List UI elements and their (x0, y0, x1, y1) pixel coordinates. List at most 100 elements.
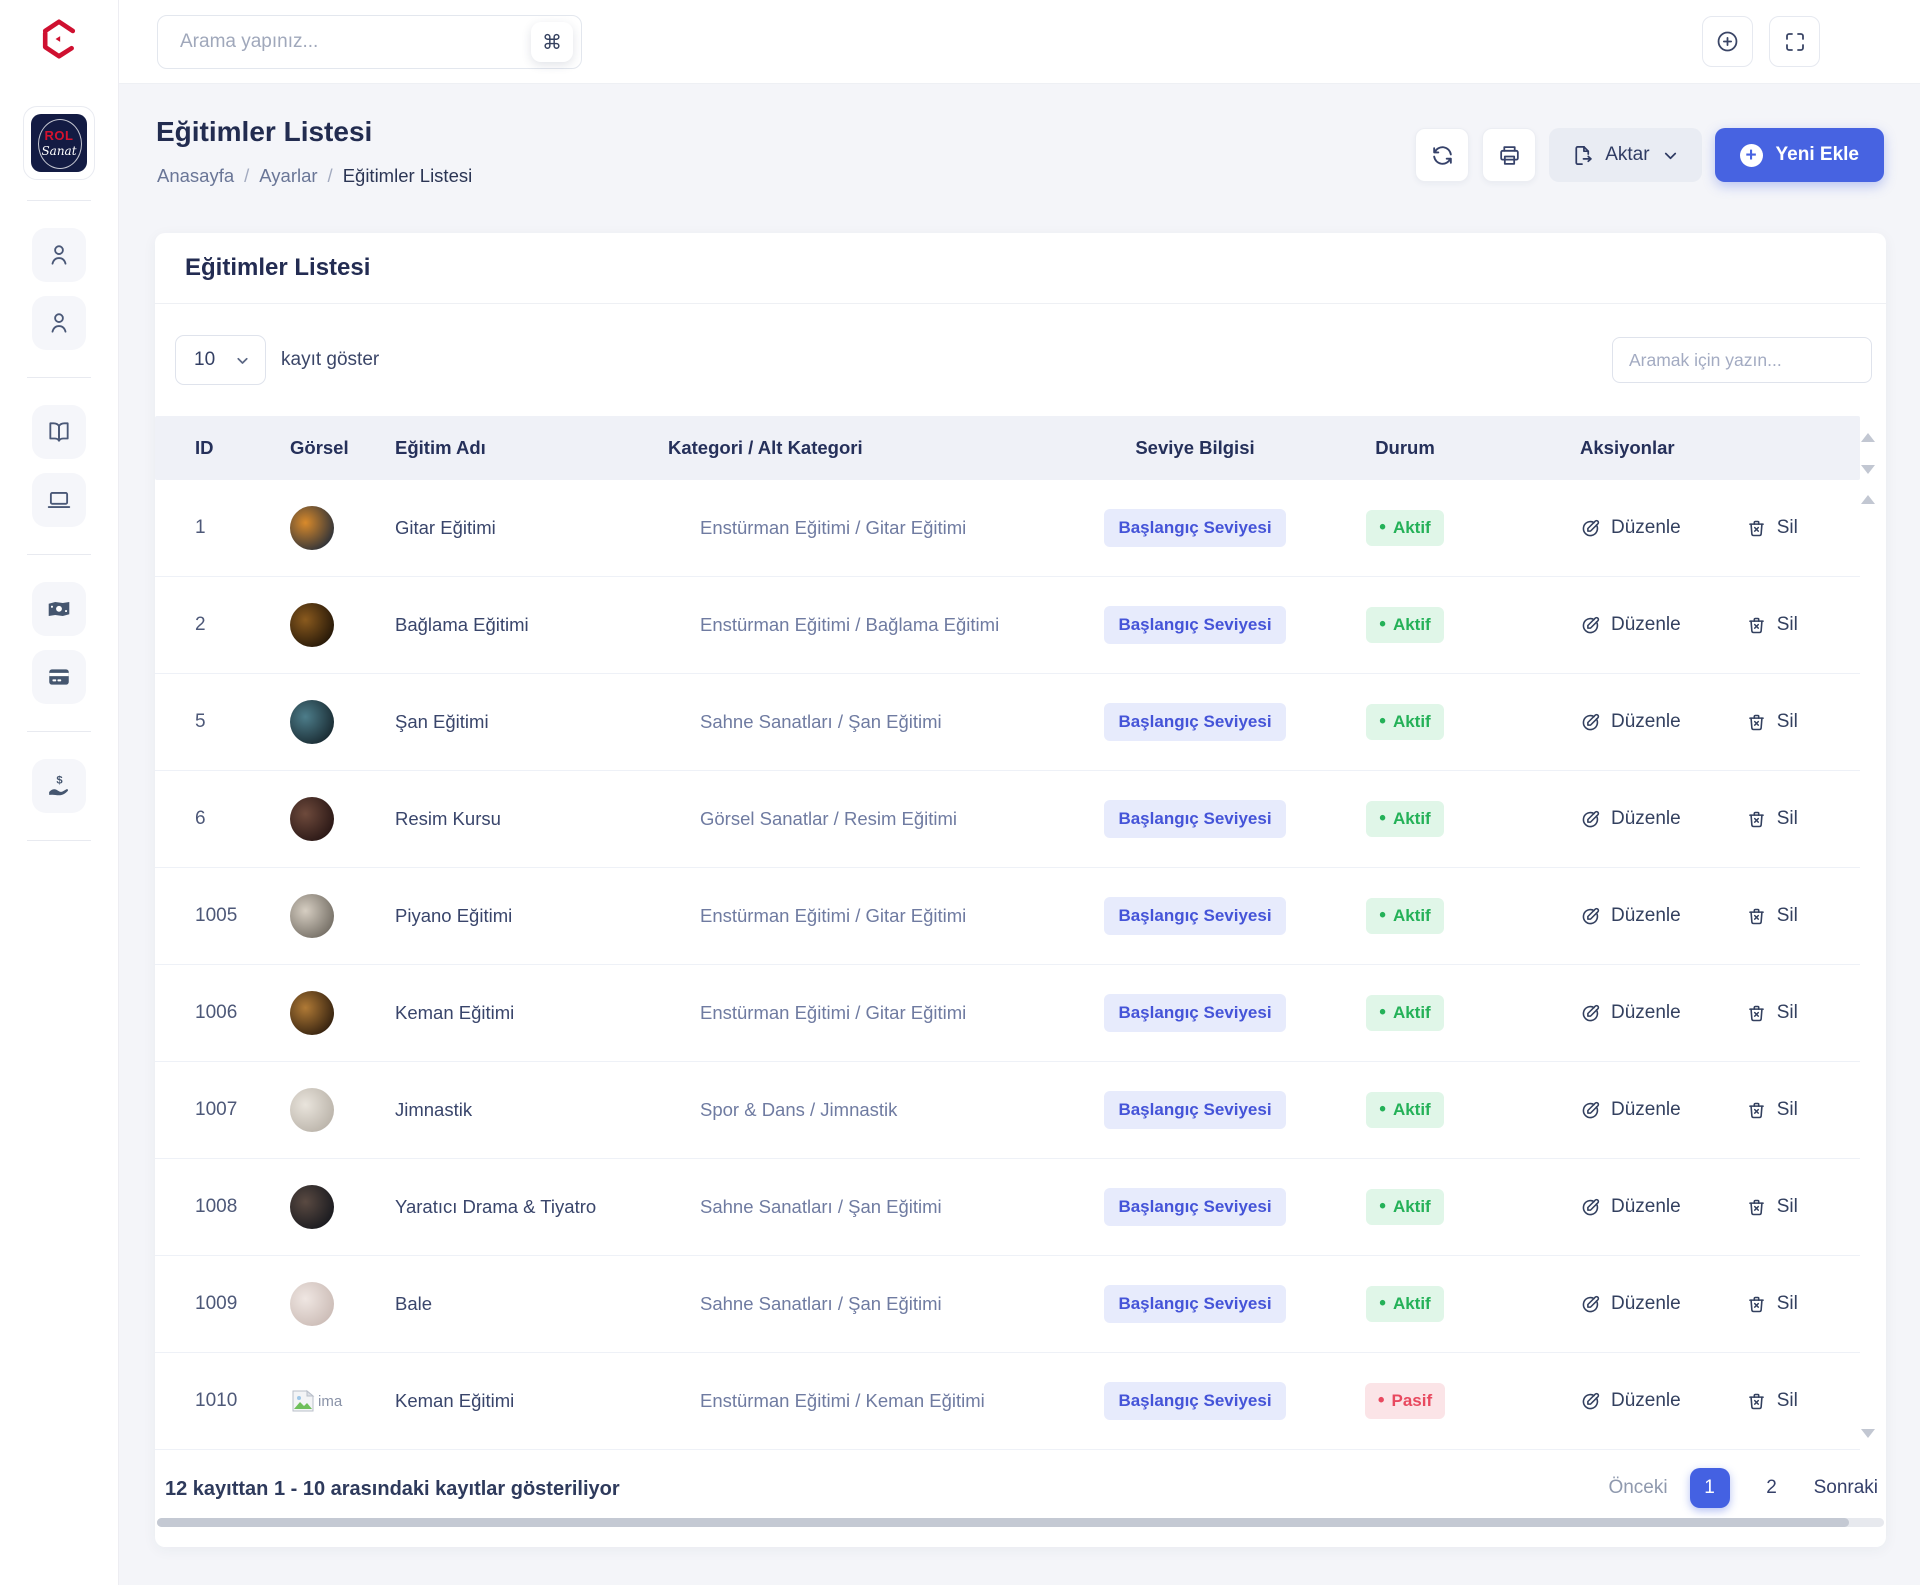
status-badge: •Pasif (1365, 1383, 1445, 1419)
brand-line2: Sanat (41, 144, 76, 158)
delete-button[interactable]: Sil (1746, 1002, 1798, 1024)
delete-button[interactable]: Sil (1746, 905, 1798, 927)
delete-button[interactable]: Sil (1746, 1293, 1798, 1315)
trash-icon (1746, 712, 1767, 733)
page-length-select[interactable]: 10 (175, 335, 266, 385)
status-badge: •Aktif (1366, 1286, 1443, 1322)
table-row[interactable]: 1007 Jimnastik Spor & Dans / Jimnastik B… (155, 1062, 1886, 1159)
edit-pen-icon (1580, 518, 1601, 539)
cell-category: Sahne Sanatları / Şan Eğitimi (640, 674, 1060, 770)
table-row[interactable]: 1010 ima Keman Eğitimi Enstürman Eğitimi… (155, 1353, 1886, 1450)
sidebar-item-payments[interactable] (32, 582, 86, 636)
edit-pen-icon (1580, 1100, 1601, 1121)
edit-button[interactable]: Düzenle (1580, 808, 1681, 830)
page-title: Eğitimler Listesi (156, 116, 372, 148)
delete-button[interactable]: Sil (1746, 711, 1798, 733)
edit-button[interactable]: Düzenle (1580, 517, 1681, 539)
column-header-actions[interactable]: Aksiyonlar (1480, 416, 1860, 480)
pagination-prev[interactable]: Önceki (1608, 1477, 1667, 1499)
card-title: Eğitimler Listesi (185, 254, 370, 282)
horizontal-scrollbar[interactable] (157, 1518, 1884, 1527)
table-search-input[interactable]: Aramak için yazın... (1612, 337, 1872, 383)
training-name: Şan Eğitimi (370, 674, 640, 770)
delete-button[interactable]: Sil (1746, 1099, 1798, 1121)
sidebar-item-user-2[interactable] (32, 296, 86, 350)
laptop-icon (46, 487, 72, 513)
refresh-button[interactable] (1415, 128, 1469, 182)
scroll-down-arrow-icon[interactable] (1861, 1429, 1875, 1438)
pagination-next[interactable]: Sonraki (1814, 1477, 1878, 1499)
table-row[interactable]: 2 Bağlama Eğitimi Enstürman Eğitimi / Ba… (155, 577, 1886, 674)
add-new-button[interactable]: + Yeni Ekle (1715, 128, 1884, 182)
breadcrumb-link-settings[interactable]: Ayarlar (259, 165, 317, 187)
edit-button[interactable]: Düzenle (1580, 1390, 1681, 1412)
sidebar-item-cards[interactable] (32, 650, 86, 704)
delete-button[interactable]: Sil (1746, 517, 1798, 539)
delete-button[interactable]: Sil (1746, 1196, 1798, 1218)
thumbnail (245, 1256, 370, 1352)
app-logo-icon[interactable] (36, 16, 82, 62)
cell-id: 2 (155, 577, 245, 673)
refresh-icon (1430, 143, 1455, 168)
edit-button[interactable]: Düzenle (1580, 1002, 1681, 1024)
column-header-name[interactable]: Eğitim Adı (370, 416, 640, 480)
sidebar: ROL Sanat $ (0, 0, 119, 1585)
training-photo (290, 1282, 334, 1326)
print-button[interactable] (1482, 128, 1536, 182)
fullscreen-button[interactable] (1769, 16, 1820, 67)
table-row[interactable]: 1 Gitar Eğitimi Enstürman Eğitimi / Gita… (155, 480, 1886, 577)
delete-button[interactable]: Sil (1746, 614, 1798, 636)
edit-pen-icon (1580, 615, 1601, 636)
scroll-up-arrow-icon[interactable] (1861, 495, 1875, 504)
edit-button[interactable]: Düzenle (1580, 711, 1681, 733)
breadcrumb-separator: / (328, 165, 333, 187)
scroll-up-arrow-icon[interactable] (1861, 433, 1875, 442)
sidebar-item-online[interactable] (32, 473, 86, 527)
table-row[interactable]: 1006 Keman Eğitimi Enstürman Eğitimi / G… (155, 965, 1886, 1062)
credit-card-icon (46, 664, 72, 690)
cell-id: 1007 (155, 1062, 245, 1158)
cell-id: 1 (155, 480, 245, 576)
edit-pen-icon (1580, 809, 1601, 830)
cell-category: Spor & Dans / Jimnastik (640, 1062, 1060, 1158)
scroll-down-arrow-icon[interactable] (1861, 465, 1875, 474)
scrollbar-thumb[interactable] (157, 1518, 1849, 1527)
column-header-id[interactable]: ID (155, 416, 245, 480)
sidebar-item-courses[interactable] (32, 405, 86, 459)
sidebar-item-finance[interactable]: $ (32, 759, 86, 813)
level-badge: Başlangıç Seviyesi (1104, 1091, 1285, 1129)
delete-button[interactable]: Sil (1746, 808, 1798, 830)
breadcrumb-link-home[interactable]: Anasayfa (157, 165, 234, 187)
table-row[interactable]: 1008 Yaratıcı Drama & Tiyatro Sahne Sana… (155, 1159, 1886, 1256)
export-button[interactable]: Aktar (1549, 128, 1701, 182)
table-row[interactable]: 1009 Bale Sahne Sanatları / Şan Eğitimi … (155, 1256, 1886, 1353)
table-header-row: ID Görsel Eğitim Adı Kategori / Alt Kate… (155, 416, 1886, 480)
printer-icon (1497, 143, 1522, 168)
pagination-page-2[interactable]: 2 (1752, 1468, 1792, 1508)
column-header-status[interactable]: Durum (1330, 416, 1480, 480)
edit-button[interactable]: Düzenle (1580, 1196, 1681, 1218)
level-badge: Başlangıç Seviyesi (1104, 800, 1285, 838)
edit-button[interactable]: Düzenle (1580, 1293, 1681, 1315)
cell-category: Sahne Sanatları / Şan Eğitimi (640, 1159, 1060, 1255)
quick-add-button[interactable] (1702, 16, 1753, 67)
pagination-page-1[interactable]: 1 (1690, 1468, 1730, 1508)
table-row[interactable]: 1005 Piyano Eğitimi Enstürman Eğitimi / … (155, 868, 1886, 965)
workspace-logo[interactable]: ROL Sanat (23, 106, 95, 180)
trash-icon (1746, 1100, 1767, 1121)
column-header-image[interactable]: Görsel (245, 416, 370, 480)
broken-image-alt-text: ima (318, 1393, 342, 1410)
edit-button[interactable]: Düzenle (1580, 1099, 1681, 1121)
page-length-value: 10 (194, 349, 215, 371)
cell-category: Enstürman Eğitimi / Gitar Eğitimi (640, 480, 1060, 576)
table-row[interactable]: 6 Resim Kursu Görsel Sanatlar / Resim Eğ… (155, 771, 1886, 868)
global-search-input[interactable]: Arama yapınız... ⌘ (157, 15, 582, 69)
training-photo (290, 1088, 334, 1132)
delete-button[interactable]: Sil (1746, 1390, 1798, 1412)
edit-button[interactable]: Düzenle (1580, 614, 1681, 636)
edit-button[interactable]: Düzenle (1580, 905, 1681, 927)
sidebar-item-user-1[interactable] (32, 228, 86, 282)
column-header-level[interactable]: Seviye Bilgisi (1060, 416, 1330, 480)
column-header-category[interactable]: Kategori / Alt Kategori (640, 416, 1060, 480)
table-row[interactable]: 5 Şan Eğitimi Sahne Sanatları / Şan Eğit… (155, 674, 1886, 771)
